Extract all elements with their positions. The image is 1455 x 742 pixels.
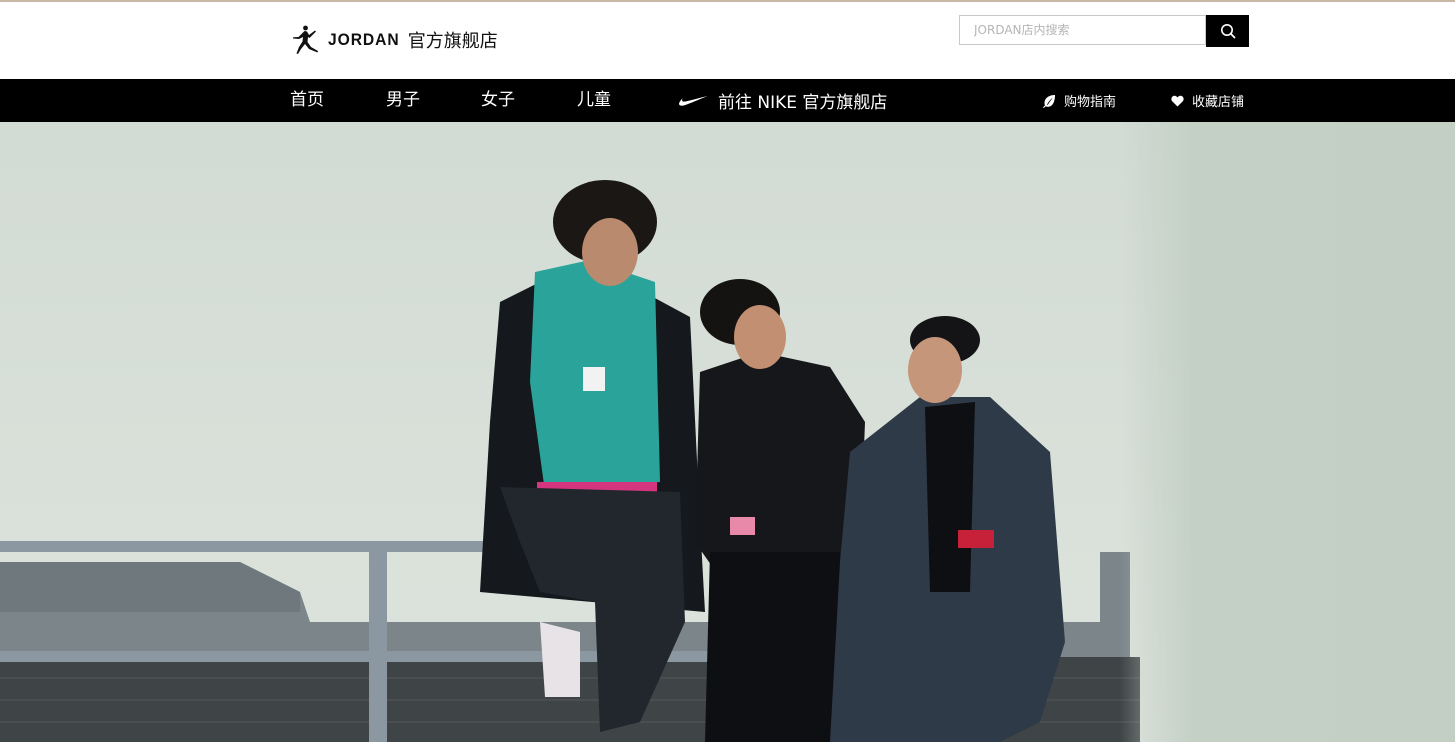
store-logo[interactable]: JORDAN 官方旗舰店 xyxy=(288,25,498,55)
nav-item-kids[interactable]: 儿童 xyxy=(577,79,611,122)
store-header: JORDAN 官方旗舰店 xyxy=(0,2,1455,79)
brand-name: JORDAN xyxy=(328,30,400,49)
nav-item-home[interactable]: 首页 xyxy=(290,79,324,122)
hero-right-panel xyxy=(1120,122,1455,742)
favorite-store-label: 收藏店铺 xyxy=(1192,95,1245,110)
shopping-guide-label: 购物指南 xyxy=(1064,95,1117,110)
nike-swoosh-icon xyxy=(679,95,708,106)
heart-icon xyxy=(1171,95,1184,106)
leaf-icon xyxy=(1043,94,1055,108)
jumpman-logo-icon xyxy=(293,25,318,54)
nike-store-link[interactable]: 前往 NIKE 官方旗舰店 xyxy=(678,79,887,122)
store-name: 官方旗舰店 xyxy=(407,31,498,52)
search-button[interactable] xyxy=(1206,15,1249,47)
shopping-guide-link[interactable]: 购物指南 xyxy=(1042,79,1116,122)
nav-item-women[interactable]: 女子 xyxy=(481,79,515,122)
search-input[interactable] xyxy=(960,16,1205,44)
search-icon xyxy=(1220,24,1235,39)
nike-store-label: 前往 NIKE 官方旗舰店 xyxy=(718,93,888,113)
favorite-store-link[interactable]: 收藏店铺 xyxy=(1171,79,1244,122)
main-nav: 首页 男子 女子 儿童 前往 NIKE 官方旗舰店 购物指南 收藏店铺 xyxy=(0,79,1455,122)
hero-banner[interactable] xyxy=(0,122,1455,742)
search-field[interactable] xyxy=(959,15,1206,45)
nav-item-men[interactable]: 男子 xyxy=(386,79,420,122)
